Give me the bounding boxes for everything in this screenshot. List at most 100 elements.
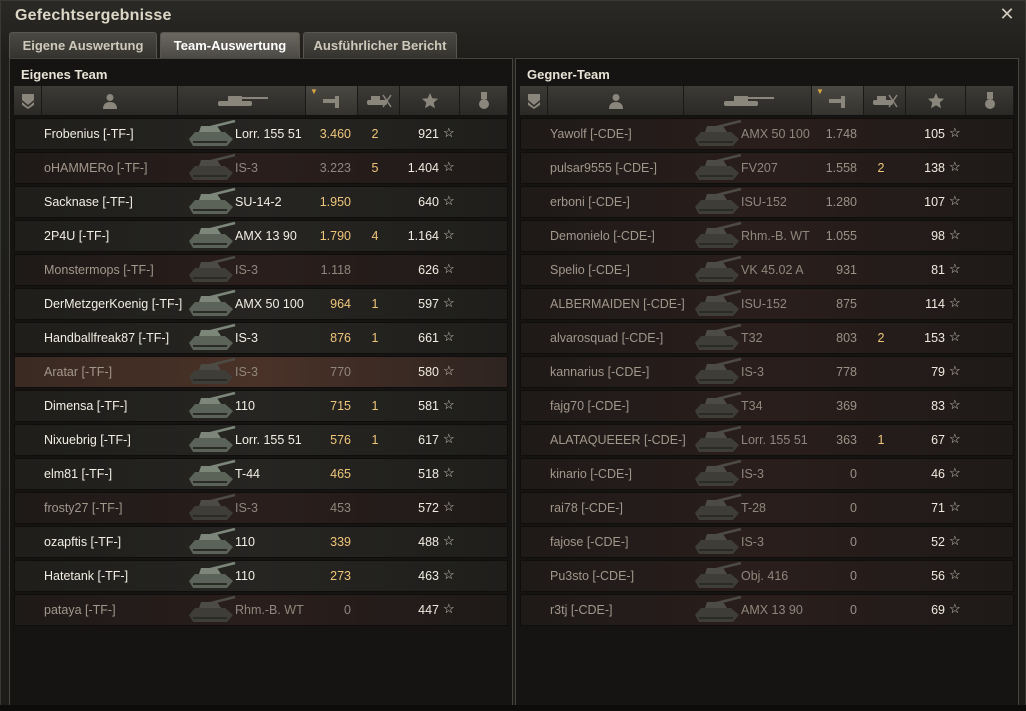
xp-value: 1.055: [825, 229, 857, 243]
rank-icon-column[interactable]: [14, 86, 42, 115]
kills-icon-column[interactable]: [864, 86, 906, 115]
player-name: ALBERMAIDEN [-CDE-]: [550, 297, 685, 311]
player-name: ozapftis [-TF-]: [44, 535, 122, 549]
xp-icon-column[interactable]: ▼: [812, 86, 864, 115]
bottom-strip: [0, 705, 1026, 711]
player-row[interactable]: kinario [-CDE-] IS-3 0 46 ☆: [520, 458, 1014, 490]
star-icon-column[interactable]: [400, 86, 460, 115]
player-row[interactable]: Spelio [-CDE-] VK 45.02 A 931 81 ☆: [520, 254, 1014, 286]
kills-value: 1: [877, 433, 885, 447]
kills-icon-column[interactable]: [358, 86, 400, 115]
player-name: oHAMMERo [-TF-]: [44, 161, 148, 175]
tank-thumbnail-icon: [691, 527, 743, 557]
damage-value: 83: [931, 399, 945, 413]
player-row[interactable]: ALATAQUEEER [-CDE-] Lorr. 155 51 363 1 67 ☆: [520, 424, 1014, 456]
tank-icon-column[interactable]: [178, 86, 306, 115]
star-icon: ☆: [443, 193, 455, 208]
player-row[interactable]: kannarius [-CDE-] IS-3 778 79 ☆: [520, 356, 1014, 388]
player-row[interactable]: fajg70 [-CDE-] T34 369 83 ☆: [520, 390, 1014, 422]
player-name: alvarosquad [-CDE-]: [550, 331, 664, 345]
tank-name: ISU-152: [741, 195, 787, 209]
player-row[interactable]: 2P4U [-TF-] AMX 13 90 1.790 4 1.164 ☆: [14, 220, 508, 252]
player-row[interactable]: fajose [-CDE-] IS-3 0 52 ☆: [520, 526, 1014, 558]
xp-value: 1.558: [825, 161, 857, 175]
enemy-team-title: Gegner-Team: [527, 67, 610, 82]
player-row[interactable]: rai78 [-CDE-] T-28 0 71 ☆: [520, 492, 1014, 524]
xp-value: 363: [836, 433, 857, 447]
player-row[interactable]: Sacknase [-TF-] SU-14-2 1.950 640 ☆: [14, 186, 508, 218]
player-row[interactable]: oHAMMERo [-TF-] IS-3 3.223 5 1.404 ☆: [14, 152, 508, 184]
tank-thumbnail-icon: [691, 391, 743, 421]
player-row[interactable]: pulsar9555 [-CDE-] FV207 1.558 2 138 ☆: [520, 152, 1014, 184]
player-row[interactable]: Monstermops [-TF-] IS-3 1.118 626 ☆: [14, 254, 508, 286]
player-row[interactable]: Demonielo [-CDE-] Rhm.-B. WT 1.055 98 ☆: [520, 220, 1014, 252]
tank-thumbnail-icon: [185, 595, 237, 625]
xp-value: 964: [330, 297, 351, 311]
player-name: Monstermops [-TF-]: [44, 263, 154, 277]
tank-icon-column[interactable]: [684, 86, 812, 115]
medal-icon: [984, 91, 996, 110]
player-name: Yawolf [-CDE-]: [550, 127, 632, 141]
player-name: fajose [-CDE-]: [550, 535, 629, 549]
kills-value: 2: [877, 331, 885, 345]
player-row[interactable]: Frobenius [-TF-] Lorr. 155 51 3.460 2 921 ☆: [14, 118, 508, 150]
tank-name: 110: [235, 399, 255, 413]
tab-bar: Eigene Auswertung Team-Auswertung Ausfüh…: [9, 32, 457, 58]
enemy-team-panel: Gegner-Team ▼ Yawolf [-CDE-] AMX 50 100 1.…: [515, 58, 1019, 706]
xp-value: 875: [836, 297, 857, 311]
tank-name: IS-3: [235, 501, 258, 515]
tab-detailed-report[interactable]: Ausführlicher Bericht: [303, 32, 457, 58]
player-row[interactable]: Hatetank [-TF-] 110 273 463 ☆: [14, 560, 508, 592]
player-name: Sacknase [-TF-]: [44, 195, 133, 209]
tank-thumbnail-icon: [185, 493, 237, 523]
player-row[interactable]: alvarosquad [-CDE-] T32 803 2 153 ☆: [520, 322, 1014, 354]
player-row[interactable]: r3tj [-CDE-] AMX 13 90 0 69 ☆: [520, 594, 1014, 626]
player-name: elm81 [-TF-]: [44, 467, 113, 481]
tank-thumbnail-icon: [691, 153, 743, 183]
player-row[interactable]: Nixuebrig [-TF-] Lorr. 155 51 576 1 617 ☆: [14, 424, 508, 456]
tank-thumbnail-icon: [185, 425, 237, 455]
xp-value: 0: [850, 467, 857, 481]
tank-name: AMX 13 90: [741, 603, 803, 617]
tank-icon: [720, 93, 776, 109]
tank-name: T-28: [741, 501, 767, 515]
medal-icon-column[interactable]: [966, 86, 1014, 115]
player-name: Hatetank [-TF-]: [44, 569, 129, 583]
own-team-title: Eigenes Team: [21, 67, 108, 82]
medal-icon-column[interactable]: [460, 86, 508, 115]
player-row[interactable]: DerMetzgerKoenig [-TF-] AMX 50 100 964 1 597…: [14, 288, 508, 320]
tank-name: Rhm.-B. WT: [741, 229, 810, 243]
player-icon-column[interactable]: [548, 86, 684, 115]
tank-icon: [214, 93, 270, 109]
star-icon: ☆: [443, 329, 455, 344]
player-row[interactable]: erboni [-CDE-] ISU-152 1.280 107 ☆: [520, 186, 1014, 218]
player-row[interactable]: ALBERMAIDEN [-CDE-] ISU-152 875 114 ☆: [520, 288, 1014, 320]
star-icon-column[interactable]: [906, 86, 966, 115]
kills-icon: [365, 94, 393, 108]
player-row[interactable]: Aratar [-TF-] IS-3 770 580 ☆: [14, 356, 508, 388]
close-icon[interactable]: ✕: [999, 5, 1015, 23]
player-row[interactable]: Handballfreak87 [-TF-] IS-3 876 1 661 ☆: [14, 322, 508, 354]
tank-name: Lorr. 155 51: [235, 433, 302, 447]
player-row[interactable]: elm81 [-TF-] T-44 465 518 ☆: [14, 458, 508, 490]
star-icon: ☆: [443, 601, 455, 616]
tank-thumbnail-icon: [691, 323, 743, 353]
rank-icon: [527, 93, 541, 109]
rank-icon-column[interactable]: [520, 86, 548, 115]
tank-name: AMX 13 90: [235, 229, 297, 243]
xp-icon-column[interactable]: ▼: [306, 86, 358, 115]
tank-thumbnail-icon: [691, 595, 743, 625]
damage-value: 46: [931, 467, 945, 481]
player-row[interactable]: pataya [-TF-] Rhm.-B. WT 0 447 ☆: [14, 594, 508, 626]
tab-personal-results[interactable]: Eigene Auswertung: [9, 32, 157, 58]
enemy-team-rows: Yawolf [-CDE-] AMX 50 100 1.748 105 ☆ pulsar9…: [520, 118, 1014, 628]
player-row[interactable]: Dimensa [-TF-] 110 715 1 581 ☆: [14, 390, 508, 422]
tank-name: Lorr. 155 51: [235, 127, 302, 141]
player-row[interactable]: ozapftis [-TF-] 110 339 488 ☆: [14, 526, 508, 558]
damage-value: 572: [418, 501, 439, 515]
player-icon-column[interactable]: [42, 86, 178, 115]
player-row[interactable]: Yawolf [-CDE-] AMX 50 100 1.748 105 ☆: [520, 118, 1014, 150]
player-row[interactable]: frosty27 [-TF-] IS-3 453 572 ☆: [14, 492, 508, 524]
tab-team-results[interactable]: Team-Auswertung: [160, 32, 300, 58]
player-row[interactable]: Pu3sto [-CDE-] Obj. 416 0 56 ☆: [520, 560, 1014, 592]
